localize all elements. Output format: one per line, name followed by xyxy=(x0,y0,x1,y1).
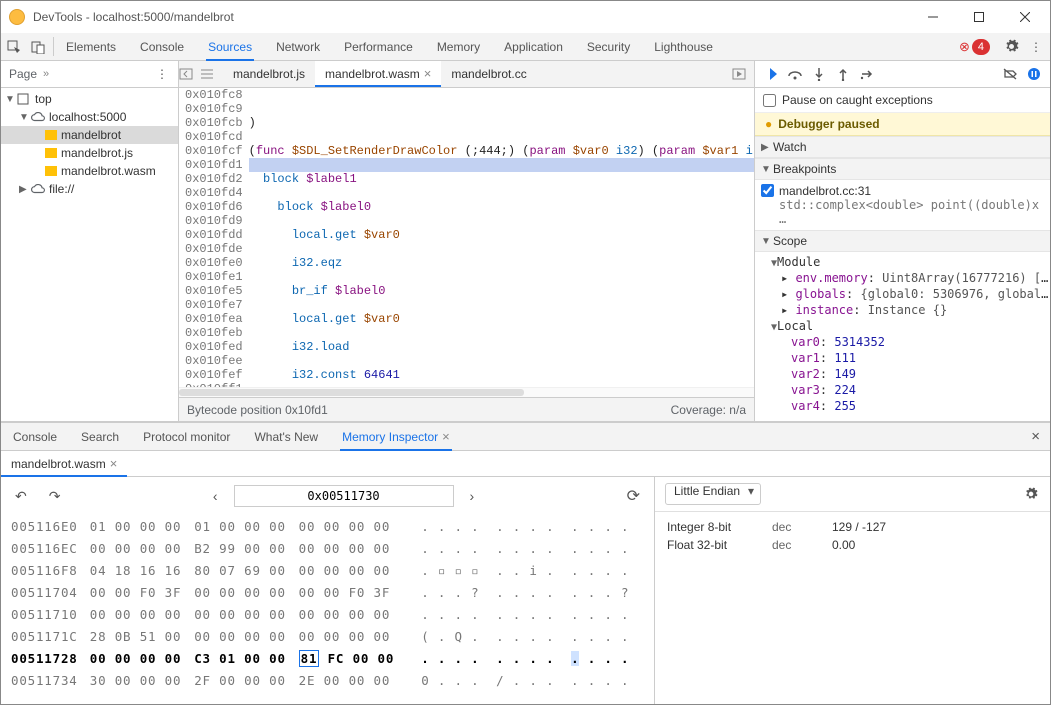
tab-memory[interactable]: Memory xyxy=(425,33,492,60)
scope-local[interactable]: ▼Local xyxy=(771,318,1050,334)
breakpoints-section-header[interactable]: ▼Breakpoints xyxy=(755,158,1050,180)
inspect-element-icon[interactable] xyxy=(7,40,23,54)
tree-file-scheme[interactable]: ▶ file:// xyxy=(1,180,178,198)
local-var: var1: 111 xyxy=(771,350,1050,366)
maximize-button[interactable] xyxy=(956,2,1002,32)
tab-lighthouse[interactable]: Lighthouse xyxy=(642,33,725,60)
watch-section-header[interactable]: ▶Watch xyxy=(755,136,1050,158)
main-toolbar: Elements Console Sources Network Perform… xyxy=(1,33,1050,61)
tab-console[interactable]: Console xyxy=(128,33,196,60)
tab-network[interactable]: Network xyxy=(264,33,332,60)
value-float32: Float 32-bit dec 0.00 xyxy=(667,536,1038,554)
tree-file-mandelbrot-js[interactable]: mandelbrot.js xyxy=(1,144,178,162)
minimize-button[interactable] xyxy=(910,2,956,32)
refresh-icon[interactable]: ⟳ xyxy=(621,486,646,506)
step-over-icon[interactable] xyxy=(787,68,803,80)
local-var: var4: 255 xyxy=(771,398,1050,414)
pause-icon[interactable] xyxy=(1026,67,1042,81)
page-pane-title[interactable]: Page xyxy=(9,67,37,81)
page-pane-more-icon[interactable]: » xyxy=(43,68,49,80)
page-pane-menu-icon[interactable]: ⋮ xyxy=(154,67,170,81)
local-var: var2: 149 xyxy=(771,366,1050,382)
error-count[interactable]: ⊗4 xyxy=(959,39,996,55)
file-icon xyxy=(45,147,57,159)
code-editor[interactable]: 0x010fc80x010fc90x010fcb0x010fcd0x010fcf… xyxy=(179,88,754,387)
step-out-icon[interactable] xyxy=(835,67,851,81)
close-icon[interactable]: × xyxy=(424,66,432,81)
editor-nav-list-icon[interactable] xyxy=(201,69,223,79)
scope-instance[interactable]: ▸ instance: Instance {} xyxy=(771,302,1050,318)
editor-nav-back-icon[interactable] xyxy=(179,68,201,80)
titlebar: DevTools - localhost:5000/mandelbrot xyxy=(1,1,1050,33)
editor-pane: mandelbrot.js mandelbrot.wasm× mandelbro… xyxy=(179,61,755,421)
pause-on-exceptions-checkbox[interactable] xyxy=(763,94,776,107)
drawer-tab-console[interactable]: Console xyxy=(1,423,69,450)
tab-elements[interactable]: Elements xyxy=(54,33,128,60)
debugger-side-panel: Pause on caught exceptions ● Debugger pa… xyxy=(755,61,1050,421)
tab-performance[interactable]: Performance xyxy=(332,33,425,60)
step-into-icon[interactable] xyxy=(811,67,827,81)
scope-section-header[interactable]: ▼Scope xyxy=(755,230,1050,252)
address-input[interactable] xyxy=(234,485,454,507)
device-toggle-icon[interactable] xyxy=(31,40,47,54)
value-inspector: Little Endian Integer 8-bit dec 129 / -1… xyxy=(655,477,1050,704)
coverage-status: Coverage: n/a xyxy=(671,403,746,417)
drawer-tab-search[interactable]: Search xyxy=(69,423,131,450)
step-icon[interactable] xyxy=(859,68,875,80)
hex-grid[interactable]: 005116E001 00 00 0001 00 00 0000 00 00 0… xyxy=(9,515,646,693)
breakpoint-item[interactable]: mandelbrot.cc:31 std::complex<double> po… xyxy=(755,180,1050,230)
editor-tab-cc[interactable]: mandelbrot.cc xyxy=(441,61,536,87)
redo-icon[interactable]: ↷ xyxy=(43,488,67,505)
drawer-tab-whatsnew[interactable]: What's New xyxy=(242,423,330,450)
tab-sources[interactable]: Sources xyxy=(196,33,264,60)
value-int8: Integer 8-bit dec 129 / -127 xyxy=(667,518,1038,536)
close-icon[interactable]: × xyxy=(110,456,118,471)
hex-viewer: ↶ ↷ ‹ › ⟳ 005116E001 00 00 0001 00 00 00… xyxy=(1,477,655,704)
local-var: var0: 5314352 xyxy=(771,334,1050,350)
editor-run-icon[interactable] xyxy=(732,68,754,80)
tab-application[interactable]: Application xyxy=(492,33,575,60)
page-navigator: Page » ⋮ ▼ top ▼ xyxy=(1,61,179,421)
debugger-paused-banner: ● Debugger paused xyxy=(755,113,1050,136)
next-page-icon[interactable]: › xyxy=(464,488,481,504)
scope-globals[interactable]: ▸ globals: {global0: 5306976, global1: 6… xyxy=(771,286,1050,302)
close-button[interactable] xyxy=(1002,2,1048,32)
scope-env-memory[interactable]: ▸ env.memory: Uint8Array(16777216) [101,… xyxy=(771,270,1050,286)
file-icon xyxy=(45,129,57,141)
kebab-menu-icon[interactable]: ⋮ xyxy=(1028,40,1044,54)
editor-tab-wasm[interactable]: mandelbrot.wasm× xyxy=(315,61,441,87)
resume-icon[interactable] xyxy=(763,67,779,81)
tree-file-mandelbrot[interactable]: mandelbrot xyxy=(1,126,178,144)
breakpoint-checkbox[interactable] xyxy=(761,184,774,197)
app-icon xyxy=(9,9,25,25)
pause-on-exceptions-label: Pause on caught exceptions xyxy=(782,93,933,107)
drawer-close-icon[interactable]: × xyxy=(1021,428,1050,445)
prev-page-icon[interactable]: ‹ xyxy=(207,488,224,504)
memory-tab-wasm[interactable]: mandelbrot.wasm× xyxy=(1,451,127,476)
value-settings-icon[interactable] xyxy=(1024,487,1040,501)
drawer-tab-memory-inspector[interactable]: Memory Inspector× xyxy=(330,423,462,450)
undo-icon[interactable]: ↶ xyxy=(9,488,33,505)
scope-module[interactable]: ▼Module xyxy=(771,254,1050,270)
bytecode-position: Bytecode position 0x10fd1 xyxy=(187,403,328,417)
window-title: DevTools - localhost:5000/mandelbrot xyxy=(33,10,910,24)
tree-host[interactable]: ▼ localhost:5000 xyxy=(1,108,178,126)
deactivate-breakpoints-icon[interactable] xyxy=(1002,68,1018,80)
tree-file-mandelbrot-wasm[interactable]: mandelbrot.wasm xyxy=(1,162,178,180)
endianness-select[interactable]: Little Endian xyxy=(665,483,761,505)
tab-security[interactable]: Security xyxy=(575,33,642,60)
close-icon[interactable]: × xyxy=(442,429,450,444)
local-var: var3: 224 xyxy=(771,382,1050,398)
editor-tab-js[interactable]: mandelbrot.js xyxy=(223,61,315,87)
tree-top[interactable]: ▼ top xyxy=(1,90,178,108)
horizontal-scrollbar[interactable] xyxy=(179,387,754,397)
drawer-tab-protocol[interactable]: Protocol monitor xyxy=(131,423,242,450)
settings-gear-icon[interactable] xyxy=(1004,39,1020,54)
file-icon xyxy=(45,165,57,177)
